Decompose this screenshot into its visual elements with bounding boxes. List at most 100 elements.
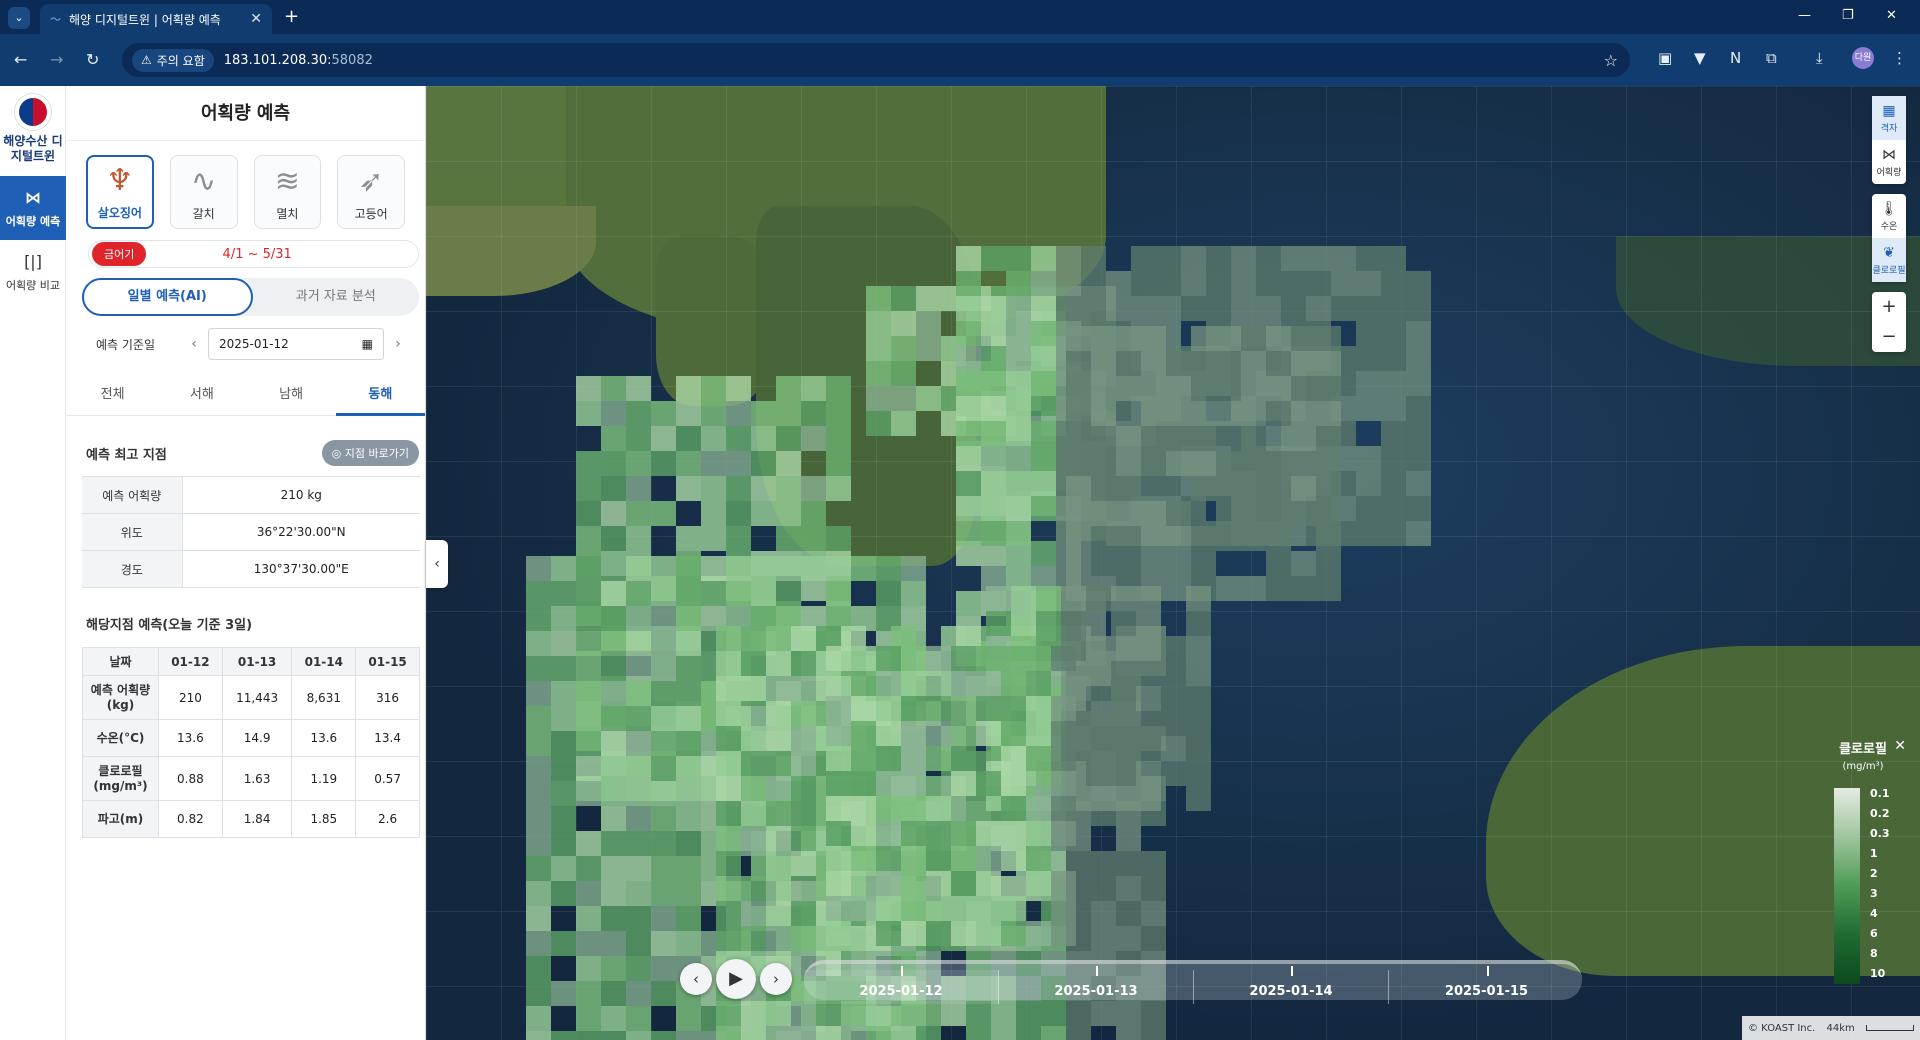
forward-icon[interactable]: →: [50, 50, 63, 69]
chlorophyll-cell: [901, 846, 926, 871]
chlorophyll-cell: [1291, 326, 1316, 351]
collapse-panel-button[interactable]: ‹: [426, 540, 448, 588]
chlorophyll-cell: [676, 806, 701, 831]
extension-3-icon[interactable]: N: [1730, 49, 1741, 67]
chlorophyll-cell: [1006, 521, 1031, 546]
chlorophyll-cell: [601, 806, 626, 831]
chlorophyll-cell: [956, 396, 981, 421]
rail-item-catch-compare[interactable]: [|] 어획량 비교: [0, 240, 66, 304]
omnibox[interactable]: ⚠ 주의 요함 183.101.208.30: 58082 ☆: [122, 43, 1630, 77]
forecast-panel: 어획량 예측 ♆ 살오징어 ∿ 갈치 ≋ 멸치 ➶ 고등어 금어기 4/1 ~ …: [66, 86, 426, 1040]
species-hairtail-button[interactable]: ∿ 갈치: [169, 155, 238, 229]
chlorophyll-cell: [956, 591, 981, 616]
chlorophyll-cell: [1091, 876, 1116, 901]
chlorophyll-cell: [576, 706, 601, 731]
back-icon[interactable]: ←: [14, 50, 27, 69]
reload-icon[interactable]: ↻: [86, 50, 99, 69]
prev-step-button[interactable]: ‹: [680, 963, 712, 995]
chlorophyll-cell: [791, 726, 816, 751]
table-value: 36°22'30.00"N: [182, 513, 420, 551]
catch-layer-button[interactable]: ⋈ 어획량: [1872, 140, 1906, 184]
chlorophyll-cell: [726, 426, 751, 451]
table-row: 위도 36°22'30.00"N: [82, 513, 420, 551]
mackerel-icon: ➶: [358, 164, 384, 199]
download-icon[interactable]: ⤓: [1816, 49, 1823, 67]
timeline-track[interactable]: 2025-01-12 2025-01-13 2025-01-14 2025-01…: [804, 960, 1582, 1004]
extension-2-icon[interactable]: ▼: [1694, 49, 1706, 67]
species-anchovy-button[interactable]: ≋ 멸치: [253, 155, 322, 229]
extensions-puzzle-icon[interactable]: ⧉: [1766, 49, 1777, 67]
species-mackerel-button[interactable]: ➶ 고등어: [337, 155, 405, 229]
chlorophyll-cell: [926, 696, 951, 721]
grid-layer-button[interactable]: ▦ 격자: [1872, 96, 1906, 140]
timeline-step[interactable]: 2025-01-14: [1194, 966, 1389, 1004]
play-button[interactable]: ▶: [716, 959, 756, 999]
chlorophyll-cell: [626, 1031, 651, 1040]
tab-south-sea[interactable]: 남해: [247, 374, 336, 415]
mode-daily-ai[interactable]: 일별 예측(AI): [82, 278, 253, 316]
chlorophyll-cell: [526, 581, 551, 606]
chlorophyll-cell: [1216, 351, 1241, 376]
chlorophyll-cell: [981, 521, 1006, 546]
next-date-icon[interactable]: ›: [390, 336, 406, 352]
browser-menu-icon[interactable]: ⋮: [1892, 49, 1907, 67]
profile-avatar[interactable]: 다원: [1852, 47, 1874, 69]
chlorophyll-cell: [866, 336, 891, 361]
chlorophyll-cell: [676, 376, 701, 401]
timeline-step[interactable]: 2025-01-12: [804, 966, 999, 1004]
chlorophyll-cell: [676, 606, 701, 631]
chlorophyll-cell: [1106, 271, 1131, 296]
species-squid-button[interactable]: ♆ 살오징어: [86, 155, 154, 229]
chlorophyll-cell: [1291, 426, 1316, 451]
chlorophyll-cell: [676, 881, 701, 906]
chlorophyll-cell: [1006, 346, 1031, 371]
chlorophyll-layer-button[interactable]: ❦ 클로로필: [1872, 238, 1906, 282]
chlorophyll-cell: [1166, 526, 1191, 551]
chlorophyll-cell: [576, 581, 601, 606]
table-cell: 1.85: [291, 800, 357, 838]
tab-west-sea[interactable]: 서해: [157, 374, 246, 415]
timeline-step[interactable]: 2025-01-13: [999, 966, 1194, 1004]
close-legend-icon[interactable]: ✕: [1894, 738, 1906, 754]
tab-all[interactable]: 전체: [68, 374, 157, 415]
tab-east-sea[interactable]: 동해: [335, 374, 425, 416]
restore-button[interactable]: ❐: [1842, 8, 1854, 23]
rail-item-catch-forecast[interactable]: ⋈ 어획량 예측: [0, 176, 66, 240]
chlorophyll-cell: [1281, 271, 1306, 296]
chlorophyll-cell: [1141, 851, 1166, 876]
browser-tab[interactable]: 〜 해양 디지털트윈 | 어획량 예측 ✕: [40, 4, 272, 34]
zoom-in-button[interactable]: +: [1872, 292, 1906, 322]
tab-search-button[interactable]: ⌄: [8, 7, 30, 29]
chlorophyll-cell: [976, 721, 1001, 746]
new-tab-button[interactable]: +: [284, 6, 299, 27]
mode-history-analysis[interactable]: 과거 자료 분석: [253, 278, 420, 316]
chlorophyll-cell: [526, 1031, 551, 1040]
timeline-step[interactable]: 2025-01-15: [1389, 966, 1584, 1004]
chlorophyll-cell: [1256, 271, 1281, 296]
chlorophyll-cell: [526, 706, 551, 731]
chlorophyll-cell: [551, 831, 576, 856]
temperature-layer-button[interactable]: 🌡 수온: [1872, 194, 1906, 238]
chlorophyll-cell: [926, 746, 951, 771]
legend-tick: 0.3: [1870, 827, 1890, 840]
satellite-map[interactable]: ▦ 격자 ⋈ 어획량 🌡 수온 ❦ 클로로필 + −: [426, 86, 1920, 1040]
chlorophyll-cell: [1316, 451, 1341, 476]
zoom-out-button[interactable]: −: [1872, 322, 1906, 352]
chlorophyll-cell: [766, 751, 791, 776]
close-window-button[interactable]: ✕: [1886, 8, 1897, 23]
bookmark-star-icon[interactable]: ☆: [1604, 51, 1618, 70]
close-tab-icon[interactable]: ✕: [250, 11, 262, 27]
chlorophyll-cell: [626, 956, 651, 981]
chlorophyll-cell: [1241, 326, 1266, 351]
goto-point-button[interactable]: ◎ 지점 바로가기: [321, 440, 419, 466]
fish-icon: ⋈: [1882, 146, 1896, 163]
security-warning-chip[interactable]: ⚠ 주의 요함: [132, 48, 214, 72]
next-step-button[interactable]: ›: [760, 963, 792, 995]
date-input[interactable]: 2025-01-12 ▦: [208, 328, 384, 360]
prev-date-icon[interactable]: ‹: [186, 336, 202, 352]
minimize-button[interactable]: —: [1798, 8, 1811, 23]
extension-1-icon[interactable]: ▣: [1658, 49, 1672, 67]
ministry-logo[interactable]: 해양수산 디지털트윈: [0, 86, 66, 176]
calendar-icon[interactable]: ▦: [362, 337, 373, 351]
chlorophyll-cell: [826, 426, 851, 451]
